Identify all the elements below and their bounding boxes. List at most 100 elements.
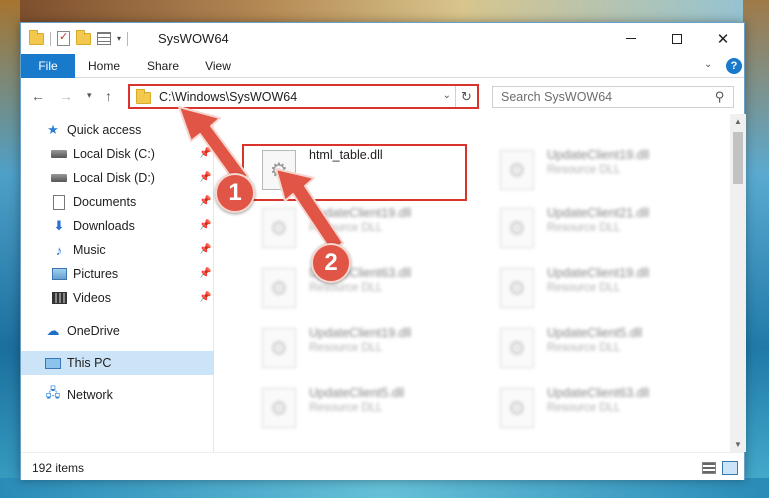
dll-file-gear-icon: ⚙ — [500, 328, 534, 368]
file-type: Resource DLL — [547, 164, 621, 176]
pc-icon — [45, 355, 61, 371]
file-name: UpdateClient19.dll — [309, 326, 412, 340]
forward-arrow-icon[interactable]: → — [59, 88, 73, 104]
sidebar-item-label: Music — [73, 243, 106, 257]
sidebar-item-this-pc[interactable]: This PC — [21, 351, 214, 375]
close-icon: ✕ — [716, 30, 730, 48]
file-item[interactable]: ⚙ UpdateClient21.dll Resource DLL — [475, 202, 700, 254]
sidebar-item-local-disk-c[interactable]: Local Disk (C:) 📌 — [21, 142, 214, 166]
window-title: SysWOW64 — [158, 31, 229, 46]
desktop-background-bottom — [0, 478, 769, 498]
videos-icon — [51, 290, 67, 306]
scrollbar-thumb[interactable] — [733, 132, 743, 184]
sidebar-item-label: Videos — [73, 291, 111, 305]
file-name: UpdateClient21.dll — [547, 206, 650, 220]
maximize-icon — [672, 33, 682, 44]
expand-ribbon-chevron-icon[interactable]: ⌄ — [704, 59, 712, 70]
file-type: Resource DLL — [309, 222, 383, 234]
file-item[interactable]: ⚙ UpdateClient19.dll Resource DLL — [475, 144, 700, 196]
address-bar[interactable]: C:\Windows\SysWOW64 ⌄ ↻ — [128, 84, 479, 109]
onedrive-icon: ☁ — [46, 323, 60, 338]
scroll-up-icon[interactable]: ▲ — [734, 117, 742, 126]
file-type: Resource DLL — [547, 342, 621, 354]
large-icons-view-icon[interactable] — [722, 461, 738, 475]
search-icon[interactable]: ⚲ — [715, 89, 725, 105]
file-type: Resource DLL — [547, 402, 621, 414]
navigation-bar: ← → ▾ ↑ C:\Windows\SysWOW64 ⌄ ↻ Search S… — [21, 78, 744, 114]
address-dropdown-chevron-icon[interactable]: ⌄ — [443, 90, 451, 101]
file-item[interactable]: ⚙ UpdateClient19.dll Resource DLL — [475, 262, 700, 314]
pin-icon: 📌 — [199, 292, 212, 303]
details-view-icon[interactable] — [702, 462, 716, 474]
pictures-icon — [51, 266, 67, 282]
sidebar-item-onedrive[interactable]: ☁ OneDrive — [21, 319, 214, 343]
ribbon-tabs: File Home Share View ⌄ ? — [21, 54, 744, 78]
vertical-scrollbar[interactable]: ▲ ▼ — [730, 114, 746, 452]
file-item[interactable]: ⚙ UpdateClient5.dll Resource DLL — [237, 382, 462, 434]
sidebar-item-music[interactable]: ♪ Music 📌 — [21, 238, 214, 262]
sidebar-item-videos[interactable]: Videos 📌 — [21, 286, 214, 310]
up-arrow-icon[interactable]: ↑ — [105, 88, 112, 104]
file-name: UpdateClient19.dll — [309, 206, 412, 220]
refresh-icon[interactable]: ↻ — [455, 86, 477, 107]
folder-icon[interactable] — [29, 29, 44, 45]
dll-file-gear-icon: ⚙ — [500, 388, 534, 428]
desktop-background-right — [743, 0, 769, 498]
back-arrow-icon[interactable]: ← — [31, 88, 45, 104]
music-icon: ♪ — [55, 242, 63, 258]
toolbar-separator — [50, 31, 51, 46]
sidebar-item-local-disk-d[interactable]: Local Disk (D:) 📌 — [21, 166, 214, 190]
sidebar-item-network[interactable]: 🖧 Network — [21, 383, 214, 407]
sidebar-item-documents[interactable]: Documents 📌 — [21, 190, 214, 214]
close-button[interactable]: ✕ — [700, 23, 746, 54]
highlight-box — [242, 144, 467, 201]
dll-file-gear-icon: ⚙ — [262, 208, 296, 248]
sidebar-item-label: This PC — [67, 356, 112, 370]
file-item[interactable]: ⚙ UpdateClient5.dll Resource DLL — [475, 322, 700, 374]
address-path[interactable]: C:\Windows\SysWOW64 — [159, 90, 297, 104]
scroll-down-icon[interactable]: ▼ — [734, 440, 742, 449]
tab-home[interactable]: Home — [79, 54, 129, 78]
sidebar-item-label: Local Disk (D:) — [73, 171, 155, 185]
file-name: UpdateClient19.dll — [547, 148, 650, 162]
sidebar-item-label: Quick access — [67, 123, 142, 137]
maximize-button[interactable] — [654, 23, 700, 54]
sidebar-item-label: OneDrive — [67, 324, 120, 338]
customize-toolbar-chevron-icon[interactable]: ▾ — [117, 34, 121, 43]
view-icon[interactable] — [97, 32, 111, 45]
search-placeholder: Search SysWOW64 — [501, 90, 613, 104]
file-type: Resource DLL — [547, 222, 621, 234]
recent-locations-chevron-icon[interactable]: ▾ — [87, 90, 92, 101]
search-input[interactable]: Search SysWOW64 ⚲ — [492, 86, 734, 108]
new-folder-icon[interactable] — [76, 29, 91, 45]
disk-icon — [51, 170, 67, 186]
help-icon[interactable]: ? — [726, 58, 742, 74]
sidebar-item-label: Downloads — [73, 219, 135, 233]
title-bar: ▾ SysWOW64 ✕ — [21, 23, 744, 54]
sidebar-item-downloads[interactable]: ⬇ Downloads 📌 — [21, 214, 214, 238]
dll-file-gear-icon: ⚙ — [262, 268, 296, 308]
dll-file-gear-icon: ⚙ — [500, 268, 534, 308]
tab-view[interactable]: View — [195, 54, 241, 78]
status-bar: 192 items — [21, 452, 744, 480]
dll-file-gear-icon: ⚙ — [500, 208, 534, 248]
file-item[interactable]: ⚙ UpdateClient63.dll Resource DLL — [475, 382, 700, 434]
minimize-icon — [626, 38, 636, 39]
tab-share[interactable]: Share — [139, 54, 187, 78]
sidebar-item-pictures[interactable]: Pictures 📌 — [21, 262, 214, 286]
item-count: 192 items — [32, 461, 85, 475]
dll-file-gear-icon: ⚙ — [500, 150, 534, 190]
tab-file[interactable]: File — [21, 54, 75, 78]
sidebar-item-quick-access[interactable]: ★ Quick access — [21, 118, 214, 142]
file-explorer-window: ▾ SysWOW64 ✕ File Home Share View ⌄ ? ← … — [20, 22, 746, 480]
sidebar-item-label: Pictures — [73, 267, 119, 281]
file-type: Resource DLL — [309, 402, 383, 414]
annotation-badge-1: 1 — [215, 173, 255, 213]
download-icon: ⬇ — [53, 218, 65, 233]
file-type: Resource DLL — [547, 282, 621, 294]
properties-icon[interactable] — [57, 30, 70, 46]
quick-access-toolbar: ▾ — [29, 29, 129, 46]
minimize-button[interactable] — [608, 23, 654, 54]
file-item[interactable]: ⚙ UpdateClient19.dll Resource DLL — [237, 202, 462, 254]
file-item[interactable]: ⚙ UpdateClient19.dll Resource DLL — [237, 322, 462, 374]
